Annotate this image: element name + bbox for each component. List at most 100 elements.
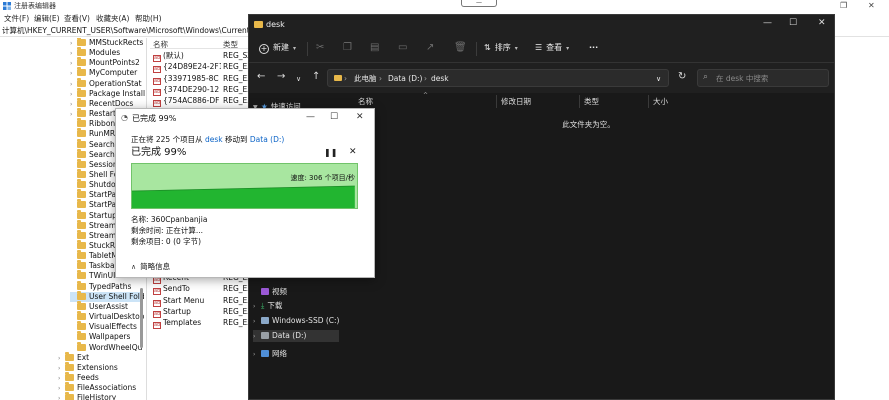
more-options-icon[interactable]: ··· xyxy=(589,42,598,54)
tree-item[interactable]: › OperationStat xyxy=(70,77,142,89)
breadcrumb-this-pc[interactable]: 此电脑 xyxy=(354,73,377,84)
value-row[interactable]: abStart MenuREG_EX xyxy=(153,295,248,307)
nav-downloads[interactable]: › ⤓ 下载 xyxy=(253,300,282,312)
tree-item[interactable]: WordWheelQu xyxy=(70,341,142,353)
refresh-icon[interactable]: ↻ xyxy=(678,71,686,83)
tree-item[interactable]: › Ext xyxy=(58,351,140,363)
folder-icon xyxy=(77,219,86,229)
nav-videos[interactable]: 视频 xyxy=(253,286,287,298)
back-arrow-icon[interactable]: ← xyxy=(257,71,265,83)
pause-icon[interactable]: ❚❚ xyxy=(324,148,337,157)
tree-scrollbar-thumb[interactable] xyxy=(140,288,143,348)
cut-icon[interactable]: ✂ xyxy=(316,42,324,54)
rename-icon[interactable]: ▭ xyxy=(398,42,407,54)
destination-folder-link[interactable]: Data (D:) xyxy=(250,135,284,144)
minimize-icon[interactable]: — xyxy=(763,18,772,29)
cancel-icon[interactable]: ✕ xyxy=(349,147,357,157)
maximize-icon[interactable]: ☐ xyxy=(330,112,338,123)
column-divider xyxy=(496,95,497,108)
file-list-column-headers: ^ 名称 修改日期 类型 大小 xyxy=(343,92,834,109)
column-header-type[interactable]: 类型 xyxy=(584,97,599,107)
regedit-title: 注册表编辑器 xyxy=(14,2,56,10)
progress-heading: 已完成 99% xyxy=(131,147,187,158)
forward-arrow-icon[interactable]: → xyxy=(277,71,285,83)
new-button[interactable]: + 新建 ▾ xyxy=(259,42,296,55)
tree-item[interactable]: › FileHistory xyxy=(58,392,140,400)
column-header-modified[interactable]: 修改日期 xyxy=(501,97,531,107)
close-icon[interactable]: ✕ xyxy=(818,18,826,29)
nav-label: 下载 xyxy=(267,301,283,310)
column-header-name[interactable]: 名称 xyxy=(153,39,168,50)
nav-network[interactable]: › 网络 xyxy=(253,348,287,360)
value-row[interactable]: abSendToREG_EX xyxy=(153,283,248,296)
paste-icon[interactable]: ▤ xyxy=(370,42,379,54)
tree-item[interactable]: TypedPaths xyxy=(70,280,140,292)
tree-item-label: Extensions xyxy=(77,362,118,372)
tree-item[interactable]: › Extensions xyxy=(58,361,140,373)
tree-item[interactable]: › MyComputer xyxy=(70,67,140,78)
copy-icon[interactable]: ❐ xyxy=(343,42,352,54)
info-items-remaining: 剩余项目: 0 (0 字节) xyxy=(131,237,202,246)
maximize-icon[interactable]: ☐ xyxy=(789,18,797,29)
value-row[interactable]: abTemplates REG_EX xyxy=(153,317,248,330)
breadcrumb-data-drive[interactable]: Data (D:) xyxy=(388,73,422,84)
value-name: (默认) xyxy=(163,51,184,60)
minimize-icon[interactable]: — xyxy=(306,112,315,123)
value-row[interactable]: abStartupREG_EX xyxy=(153,306,248,318)
column-header-size[interactable]: 大小 xyxy=(653,97,668,107)
tree-item[interactable]: Wallpapers xyxy=(70,331,140,342)
nav-windows-ssd[interactable]: › Windows-SSD (C:) xyxy=(253,315,339,327)
explorer-file-list[interactable]: ^ 名称 修改日期 类型 大小 此文件夹为空。 xyxy=(343,92,834,399)
restore-icon[interactable]: ❐ xyxy=(840,1,847,10)
less-details-button[interactable]: ∧ 简略信息 xyxy=(131,261,170,273)
chevron-icon: › xyxy=(253,318,256,325)
explorer-search-box[interactable]: ⌕ 在 desk 中搜索 xyxy=(697,69,829,87)
value-row[interactable]: ab(默认)REG_SZ xyxy=(153,50,248,62)
breadcrumb-separator: › xyxy=(344,74,347,83)
menu-file[interactable]: 文件(F) xyxy=(4,14,29,24)
close-icon[interactable]: ✕ xyxy=(356,112,364,123)
delete-icon[interactable]: 🗑 xyxy=(454,42,467,54)
folder-icon xyxy=(254,21,263,28)
column-header-name[interactable]: 名称 xyxy=(358,97,373,107)
nav-data-drive[interactable]: › Data (D:) xyxy=(253,330,339,342)
minimize-icon[interactable]: — xyxy=(461,0,497,7)
value-name: Startup xyxy=(163,306,191,316)
source-folder-link[interactable]: desk xyxy=(205,135,223,144)
chevron-up-icon: ∧ xyxy=(131,263,137,271)
recent-chevron-icon[interactable]: ∨ xyxy=(296,73,301,85)
menu-edit[interactable]: 编辑(E) xyxy=(34,14,60,24)
transfer-speed-graph: 速度: 306 个项目/秒 xyxy=(131,163,358,209)
close-icon[interactable]: ✕ xyxy=(868,1,875,10)
menu-help[interactable]: 帮助(H) xyxy=(135,14,162,24)
folder-icon xyxy=(334,75,342,81)
menu-favorites[interactable]: 收藏夹(A) xyxy=(96,14,129,24)
folder-icon xyxy=(77,280,86,290)
value-row[interactable]: ab{754AC886-DFREG_EX xyxy=(153,95,248,108)
regedit-titlebar[interactable]: 注册表编辑器 — ❐ ✕ xyxy=(0,0,889,13)
desc-prefix: 正在将 225 个项目从 xyxy=(131,135,205,144)
value-row[interactable]: ab{374DE290-12REG_EX xyxy=(153,84,248,96)
explorer-address-bar[interactable]: › 此电脑 › Data (D:) › desk ∨ xyxy=(327,69,669,87)
sort-button[interactable]: ⇅ 排序 ▾ xyxy=(484,42,518,55)
menu-view[interactable]: 查看(V) xyxy=(64,14,90,24)
value-name: SendTo xyxy=(163,284,190,294)
tree-item[interactable]: › Feeds xyxy=(58,371,140,383)
view-button[interactable]: ☰ 查看 ▾ xyxy=(535,42,569,55)
tree-item[interactable]: › FileAssociations xyxy=(58,382,140,393)
value-row[interactable]: ab{33971985-8CREG_EX xyxy=(153,73,248,85)
explorer-titlebar[interactable]: desk — ☐ ✕ xyxy=(249,15,834,35)
dialog-titlebar[interactable]: ◔ 已完成 99% — ☐ ✕ xyxy=(116,109,374,127)
value-name: {33971985-8C xyxy=(163,73,219,83)
up-arrow-icon[interactable]: ↑ xyxy=(312,71,320,83)
value-row[interactable]: ab{24D89E24-2F1REG_EX xyxy=(153,61,248,74)
breadcrumb-desk[interactable]: desk xyxy=(431,73,449,84)
expand-chevron-icon[interactable]: › xyxy=(58,394,65,400)
chevron-down-icon[interactable]: ∨ xyxy=(656,74,661,85)
tree-item-label: TypedPaths xyxy=(89,281,132,291)
column-header-type[interactable]: 类型 xyxy=(223,39,238,50)
share-icon[interactable]: ↗ xyxy=(426,42,434,54)
tree-item-label: Ribbon xyxy=(89,119,116,129)
search-placeholder: 在 desk 中搜索 xyxy=(716,74,769,83)
new-button-label: 新建 xyxy=(273,43,289,52)
